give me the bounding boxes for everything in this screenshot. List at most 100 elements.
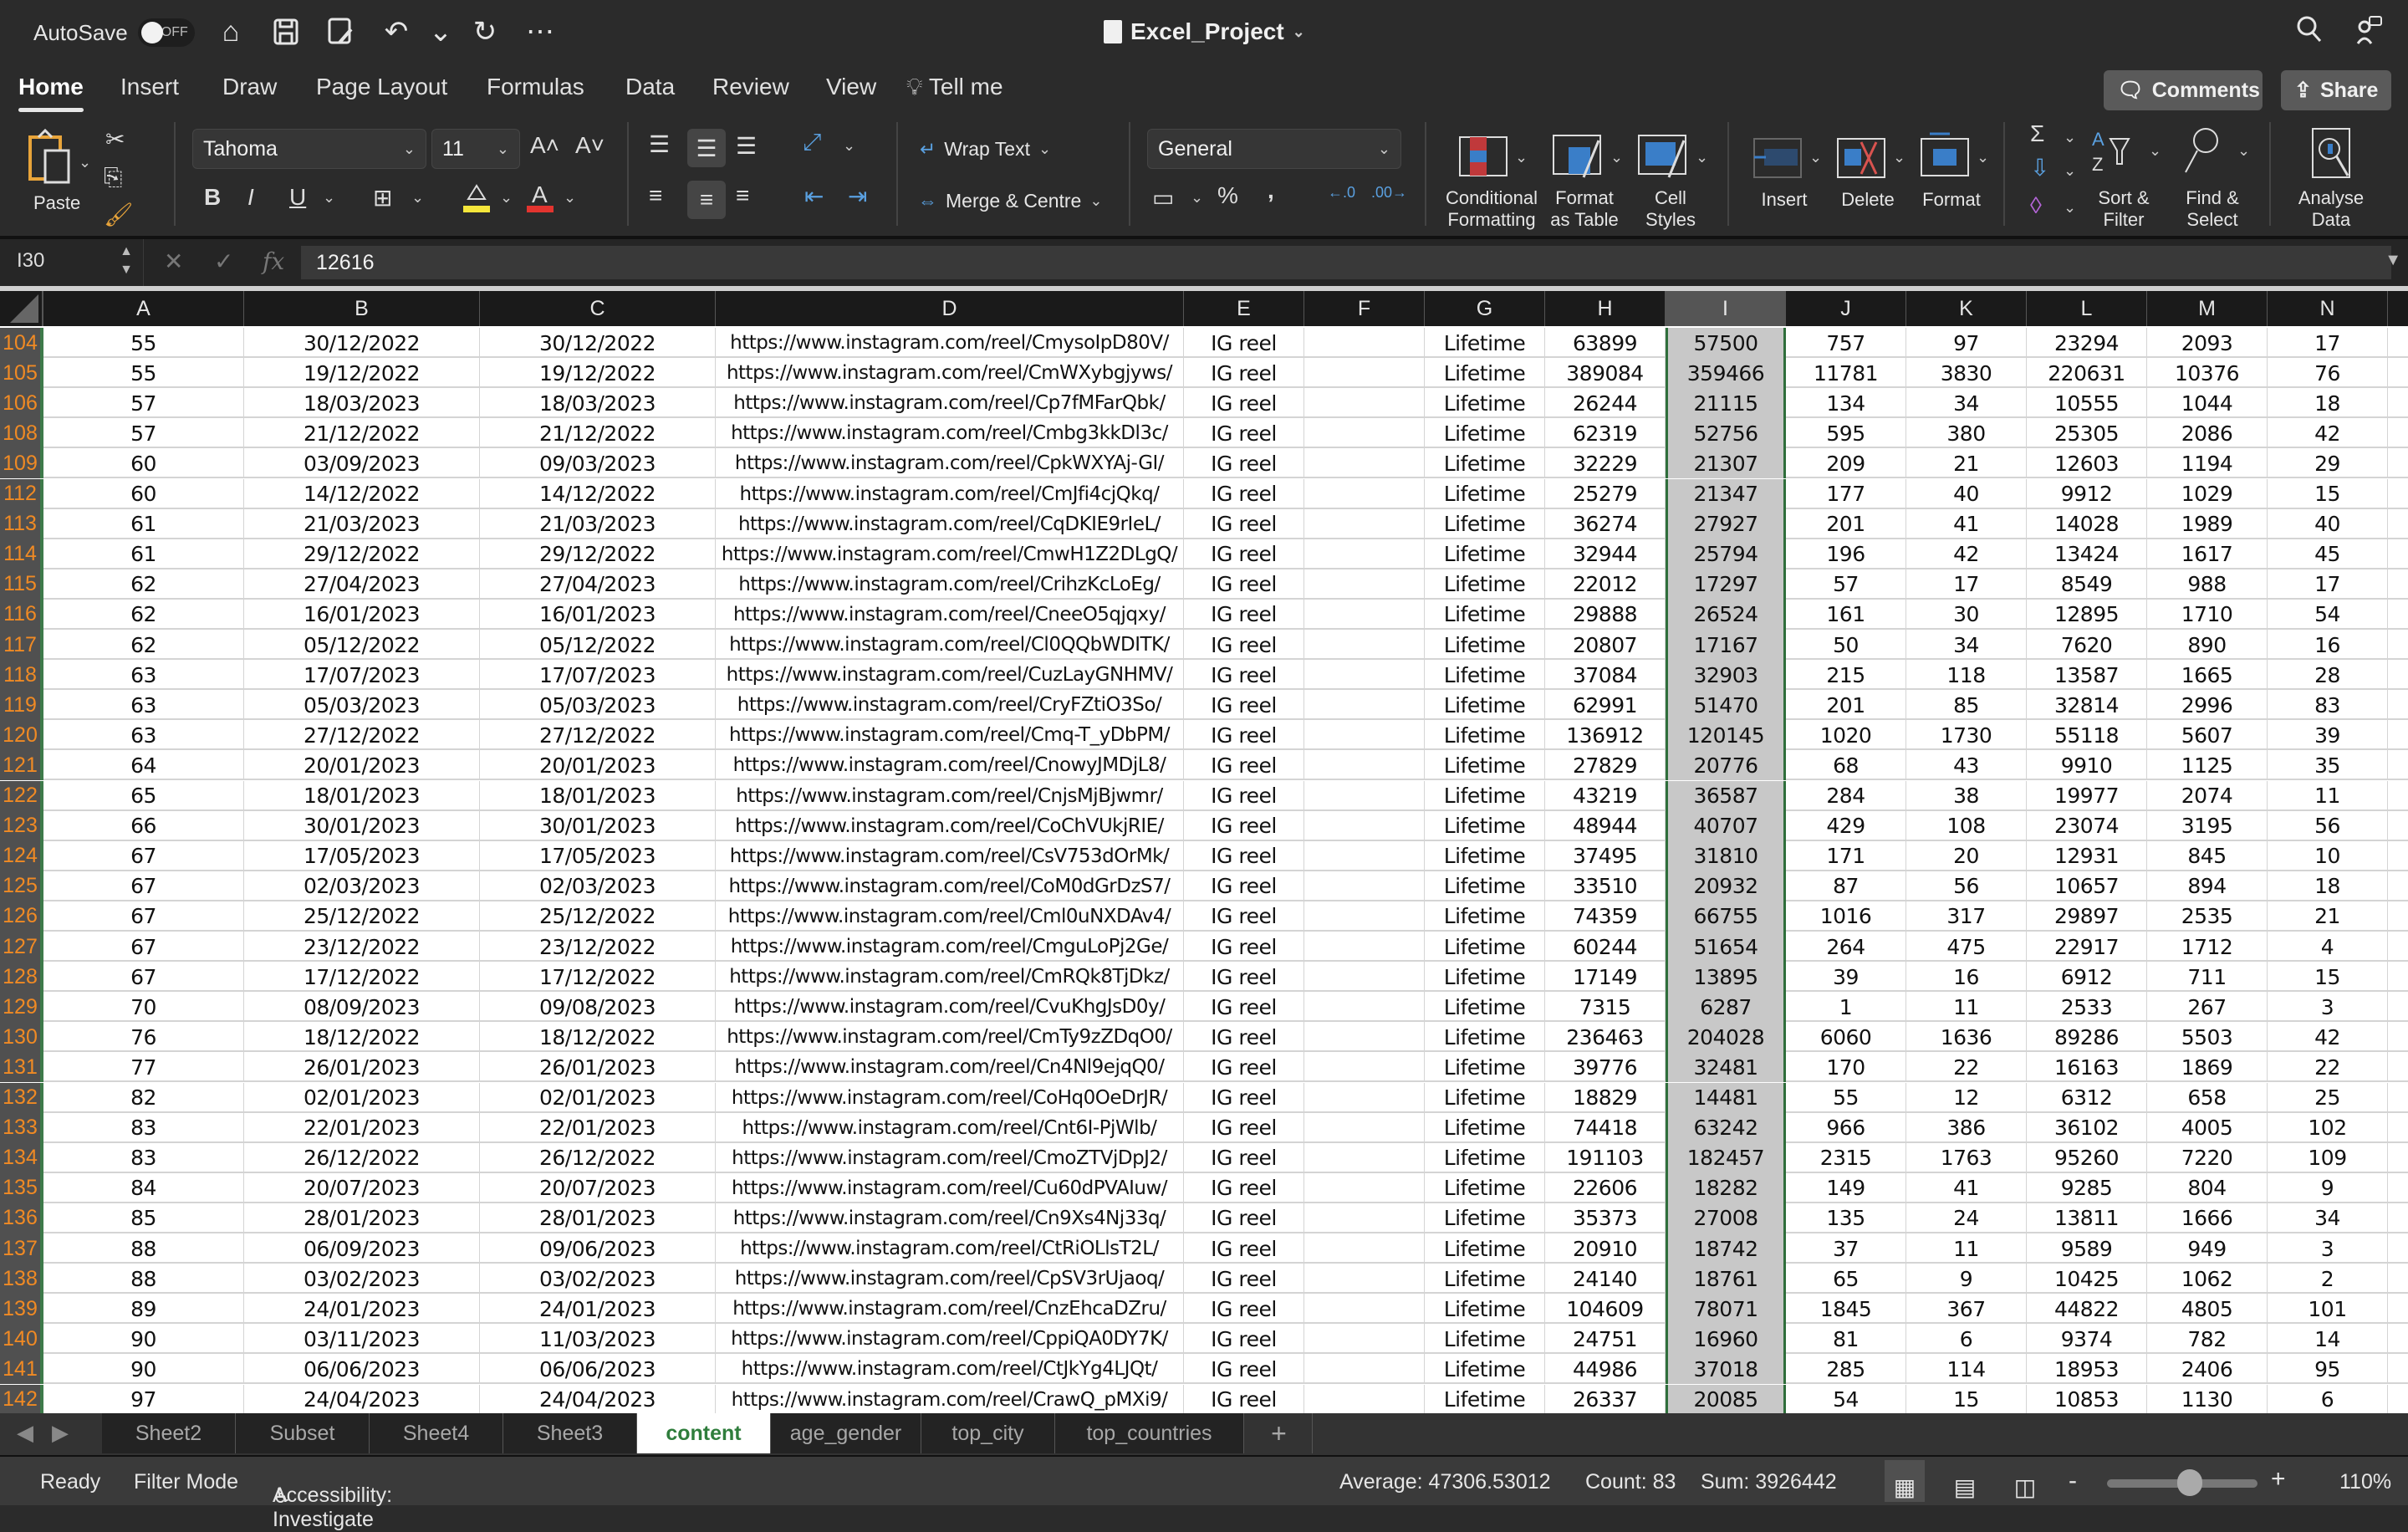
cell-j[interactable]: 1020 [1786,720,1906,751]
cell-h[interactable]: 33510 [1545,871,1666,901]
cell-j[interactable]: 1016 [1786,901,1906,932]
row-header[interactable]: 122 [0,780,43,811]
cell-n[interactable]: 42 [2268,418,2388,449]
cell-m[interactable]: 1130 [2147,1384,2268,1415]
cell-a[interactable]: 76 [43,1022,244,1053]
cell-a[interactable]: 84 [43,1172,244,1203]
cell-l[interactable]: 6912 [2027,962,2147,993]
cell-f[interactable] [1304,630,1425,660]
cell-e[interactable]: IG reel [1184,992,1304,1023]
cell-l[interactable]: 12931 [2027,840,2147,871]
column-header-k[interactable]: K [1906,291,2027,326]
column-header-l[interactable]: L [2027,291,2147,326]
tab-insert[interactable]: Insert [120,74,179,100]
add-sheet-button[interactable]: + [1246,1413,1313,1453]
name-box-stepper-icon[interactable]: ▲ ▼ [120,243,133,279]
cell-e[interactable]: IG reel [1184,690,1304,721]
cell-j[interactable]: 134 [1786,388,1906,419]
row-header[interactable]: 124 [0,840,43,871]
cell-j[interactable]: 54 [1786,1384,1906,1415]
column-header-e[interactable]: E [1184,291,1304,326]
cell-f[interactable] [1304,720,1425,751]
decrease-indent-icon[interactable]: ⇤ [804,182,824,210]
cell-k[interactable]: 1763 [1906,1142,2027,1173]
cell-m[interactable]: 1869 [2147,1052,2268,1083]
cell-d[interactable]: https://www.instagram.com/reel/CmwH1Z2DL… [716,539,1184,569]
cell-k[interactable]: 97 [1906,328,2027,358]
cell-n[interactable]: 11 [2268,780,2388,811]
cell-m[interactable]: 1617 [2147,539,2268,569]
cell-b[interactable]: 18/03/2023 [244,388,480,419]
sheet-tab-age-gender[interactable]: age_gender [771,1413,921,1453]
cell-h[interactable]: 29888 [1545,599,1666,630]
cell-b[interactable]: 06/06/2023 [244,1354,480,1385]
percent-button[interactable]: % [1217,182,1238,209]
cell-a[interactable]: 62 [43,599,244,630]
cell-h[interactable]: 20910 [1545,1233,1666,1264]
cell-g[interactable]: Lifetime [1425,1324,1545,1355]
fill-icon[interactable]: ⇩ [2030,154,2049,181]
cell-h[interactable]: 17149 [1545,962,1666,993]
cell-f[interactable] [1304,780,1425,811]
cell-i[interactable]: 21115 [1666,388,1786,419]
row-header[interactable]: 136 [0,1203,43,1233]
cell-h[interactable]: 24751 [1545,1324,1666,1355]
cell-c[interactable]: 11/03/2023 [480,1324,716,1355]
cell-n[interactable]: 2 [2268,1264,2388,1295]
tab-review[interactable]: Review [712,74,789,100]
cell-l[interactable]: 13424 [2027,539,2147,569]
cell-k[interactable]: 9 [1906,1264,2027,1295]
cell-a[interactable]: 55 [43,358,244,389]
cell-e[interactable]: IG reel [1184,599,1304,630]
cell-f[interactable] [1304,871,1425,901]
cell-i[interactable]: 21307 [1666,448,1786,479]
sheet-tab-content[interactable]: content [637,1413,771,1453]
cell-f[interactable] [1304,840,1425,871]
cell-n[interactable]: 39 [2268,720,2388,751]
cell-d[interactable]: https://www.instagram.com/reel/Cmbg3kkDl… [716,418,1184,449]
save-as-icon[interactable] [324,15,358,49]
cell-i[interactable]: 32903 [1666,660,1786,691]
cell-i[interactable]: 27008 [1666,1203,1786,1233]
cell-h[interactable]: 36274 [1545,508,1666,539]
decrease-decimal-icon[interactable]: .00→ [1371,184,1407,202]
cell-b[interactable]: 29/12/2022 [244,539,480,569]
cell-l[interactable]: 32814 [2027,690,2147,721]
font-name-select[interactable]: Tahoma ⌄ [192,129,426,169]
cell-c[interactable]: 29/12/2022 [480,539,716,569]
cell-h[interactable]: 26337 [1545,1384,1666,1415]
cell-n[interactable]: 14 [2268,1324,2388,1355]
cell-n[interactable]: 29 [2268,448,2388,479]
cell-k[interactable]: 108 [1906,810,2027,841]
cell-d[interactable]: https://www.instagram.com/reel/CmRQk8TjD… [716,962,1184,993]
cell-b[interactable]: 14/12/2022 [244,478,480,509]
cell-c[interactable]: 16/01/2023 [480,599,716,630]
cell-g[interactable]: Lifetime [1425,750,1545,781]
column-header-b[interactable]: B [244,291,480,326]
row-header[interactable]: 119 [0,690,43,721]
cell-l[interactable]: 14028 [2027,508,2147,539]
cell-l[interactable]: 9285 [2027,1172,2147,1203]
page-layout-view-button[interactable]: ▤ [1945,1460,1985,1502]
row-header[interactable]: 127 [0,932,43,962]
cell-k[interactable]: 11 [1906,992,2027,1023]
align-bottom-icon[interactable]: ☰ [736,132,757,160]
cell-f[interactable] [1304,448,1425,479]
cell-e[interactable]: IG reel [1184,932,1304,962]
cell-k[interactable]: 40 [1906,478,2027,509]
cell-e[interactable]: IG reel [1184,1142,1304,1173]
cell-j[interactable]: 2315 [1786,1142,1906,1173]
cell-a[interactable]: 62 [43,630,244,660]
cell-b[interactable]: 18/01/2023 [244,780,480,811]
cell-d[interactable]: https://www.instagram.com/reel/CrawQ_pMX… [716,1384,1184,1415]
cell-i[interactable]: 78071 [1666,1294,1786,1325]
save-icon[interactable] [269,15,303,49]
cell-k[interactable]: 34 [1906,630,2027,660]
cell-l[interactable]: 18953 [2027,1354,2147,1385]
cell-k[interactable]: 24 [1906,1203,2027,1233]
cell-e[interactable]: IG reel [1184,630,1304,660]
cell-m[interactable]: 988 [2147,569,2268,600]
cell-k[interactable]: 475 [1906,932,2027,962]
cell-g[interactable]: Lifetime [1425,1052,1545,1083]
row-header[interactable]: 118 [0,660,43,691]
